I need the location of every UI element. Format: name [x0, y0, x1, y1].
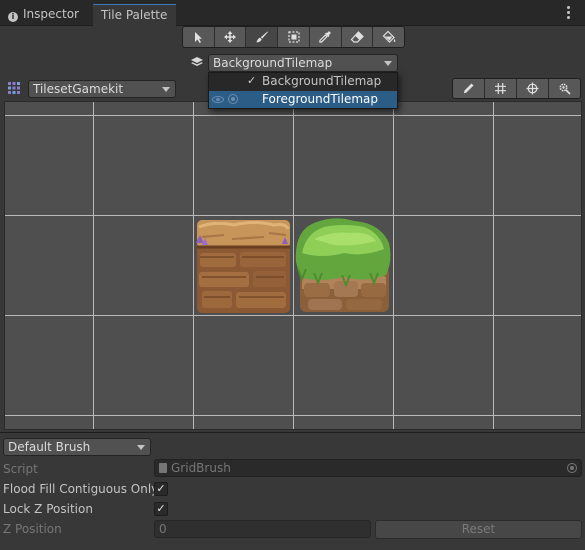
- layers-icon: [191, 57, 203, 66]
- flood-fill-tool-button[interactable]: [373, 27, 404, 47]
- grass-stone-tile[interactable]: [294, 217, 393, 315]
- edit-palette-button[interactable]: [453, 79, 485, 98]
- move-arrows-icon: [224, 31, 237, 43]
- brush-inspector: Default Brush Script GridBrush Flood Fil…: [0, 432, 585, 550]
- menu-item-foregroundtilemap[interactable]: ForegroundTilemap: [209, 91, 397, 108]
- toggle-gizmos-button[interactable]: [517, 79, 549, 98]
- grid-line: [393, 102, 394, 429]
- flood-fill-label: Flood Fill Contiguous Only: [3, 482, 159, 496]
- toggle-grid-button[interactable]: [485, 79, 517, 98]
- info-icon: i: [8, 12, 18, 22]
- grid-line: [5, 115, 581, 116]
- box-fill-tool-button[interactable]: [278, 27, 310, 47]
- tile-palette-canvas[interactable]: [4, 101, 582, 430]
- tile-palette-icon: [8, 82, 20, 94]
- tool-bar: [182, 26, 405, 48]
- settings-icon: [559, 83, 571, 95]
- active-tilemap-value: BackgroundTilemap: [213, 56, 333, 70]
- palette-edit-tools: [452, 78, 581, 99]
- grid-line: [493, 102, 494, 429]
- gizmo-icon: [526, 82, 539, 95]
- active-tilemap-dropdown[interactable]: BackgroundTilemap: [208, 54, 398, 72]
- checkmark-icon: ✓: [247, 74, 257, 87]
- brush-value: Default Brush: [8, 440, 91, 454]
- grid-line: [93, 102, 94, 429]
- z-position-input[interactable]: 0: [154, 520, 371, 538]
- tab-tile-palette-label: Tile Palette: [101, 8, 168, 22]
- script-field: GridBrush: [154, 459, 582, 477]
- tab-inspector-label: Inspector: [23, 7, 79, 21]
- grid-icon: [495, 83, 506, 94]
- tab-bar: i Inspector Tile Palette: [0, 0, 585, 26]
- script-file-icon: [159, 463, 167, 473]
- move-tool-button[interactable]: [215, 27, 247, 47]
- grid-line: [5, 315, 581, 316]
- pick-tool-button[interactable]: [310, 27, 342, 47]
- object-picker-icon[interactable]: [567, 463, 577, 473]
- erase-tool-button[interactable]: [342, 27, 374, 47]
- pencil-icon: [463, 83, 474, 94]
- more-options-icon[interactable]: [567, 6, 571, 21]
- menu-item-label: ForegroundTilemap: [262, 92, 378, 106]
- tab-tile-palette[interactable]: Tile Palette: [93, 4, 176, 26]
- chevron-down-icon: [162, 87, 170, 92]
- eyedropper-icon: [319, 31, 331, 43]
- box-fill-icon: [287, 31, 300, 43]
- paint-brush-tool-button[interactable]: [246, 27, 279, 47]
- menu-item-label: BackgroundTilemap: [262, 74, 382, 88]
- brush-dropdown[interactable]: Default Brush: [3, 438, 151, 456]
- reset-button[interactable]: Reset: [375, 520, 582, 539]
- target-icon[interactable]: [228, 94, 238, 104]
- lock-z-checkbox[interactable]: ✓: [154, 502, 168, 516]
- tab-inspector[interactable]: i Inspector: [0, 4, 92, 26]
- palette-dropdown[interactable]: TilesetGamekit: [28, 80, 176, 98]
- flood-fill-checkbox[interactable]: ✓: [154, 482, 168, 496]
- chevron-down-icon: [384, 61, 392, 66]
- script-label: Script: [3, 462, 38, 476]
- paint-brush-icon: [255, 31, 268, 43]
- palette-settings-button[interactable]: [549, 79, 580, 98]
- grid-line: [5, 215, 581, 216]
- active-tilemap-menu: ✓ BackgroundTilemap ForegroundTilemap: [208, 72, 398, 109]
- chevron-down-icon: [137, 445, 145, 450]
- lock-z-label: Lock Z Position: [3, 502, 93, 516]
- grid-line: [5, 415, 581, 416]
- select-tool-button[interactable]: [183, 27, 215, 47]
- z-position-label: Z Position: [3, 522, 62, 536]
- paint-bucket-icon: [382, 30, 395, 43]
- dirt-stone-tile[interactable]: [194, 217, 293, 315]
- menu-item-backgroundtilemap[interactable]: ✓ BackgroundTilemap: [209, 73, 397, 90]
- palette-value: TilesetGamekit: [33, 82, 124, 96]
- script-value: GridBrush: [171, 461, 231, 475]
- eraser-icon: [350, 31, 364, 43]
- arrow-cursor-icon: [195, 32, 203, 43]
- eye-icon[interactable]: [212, 96, 224, 103]
